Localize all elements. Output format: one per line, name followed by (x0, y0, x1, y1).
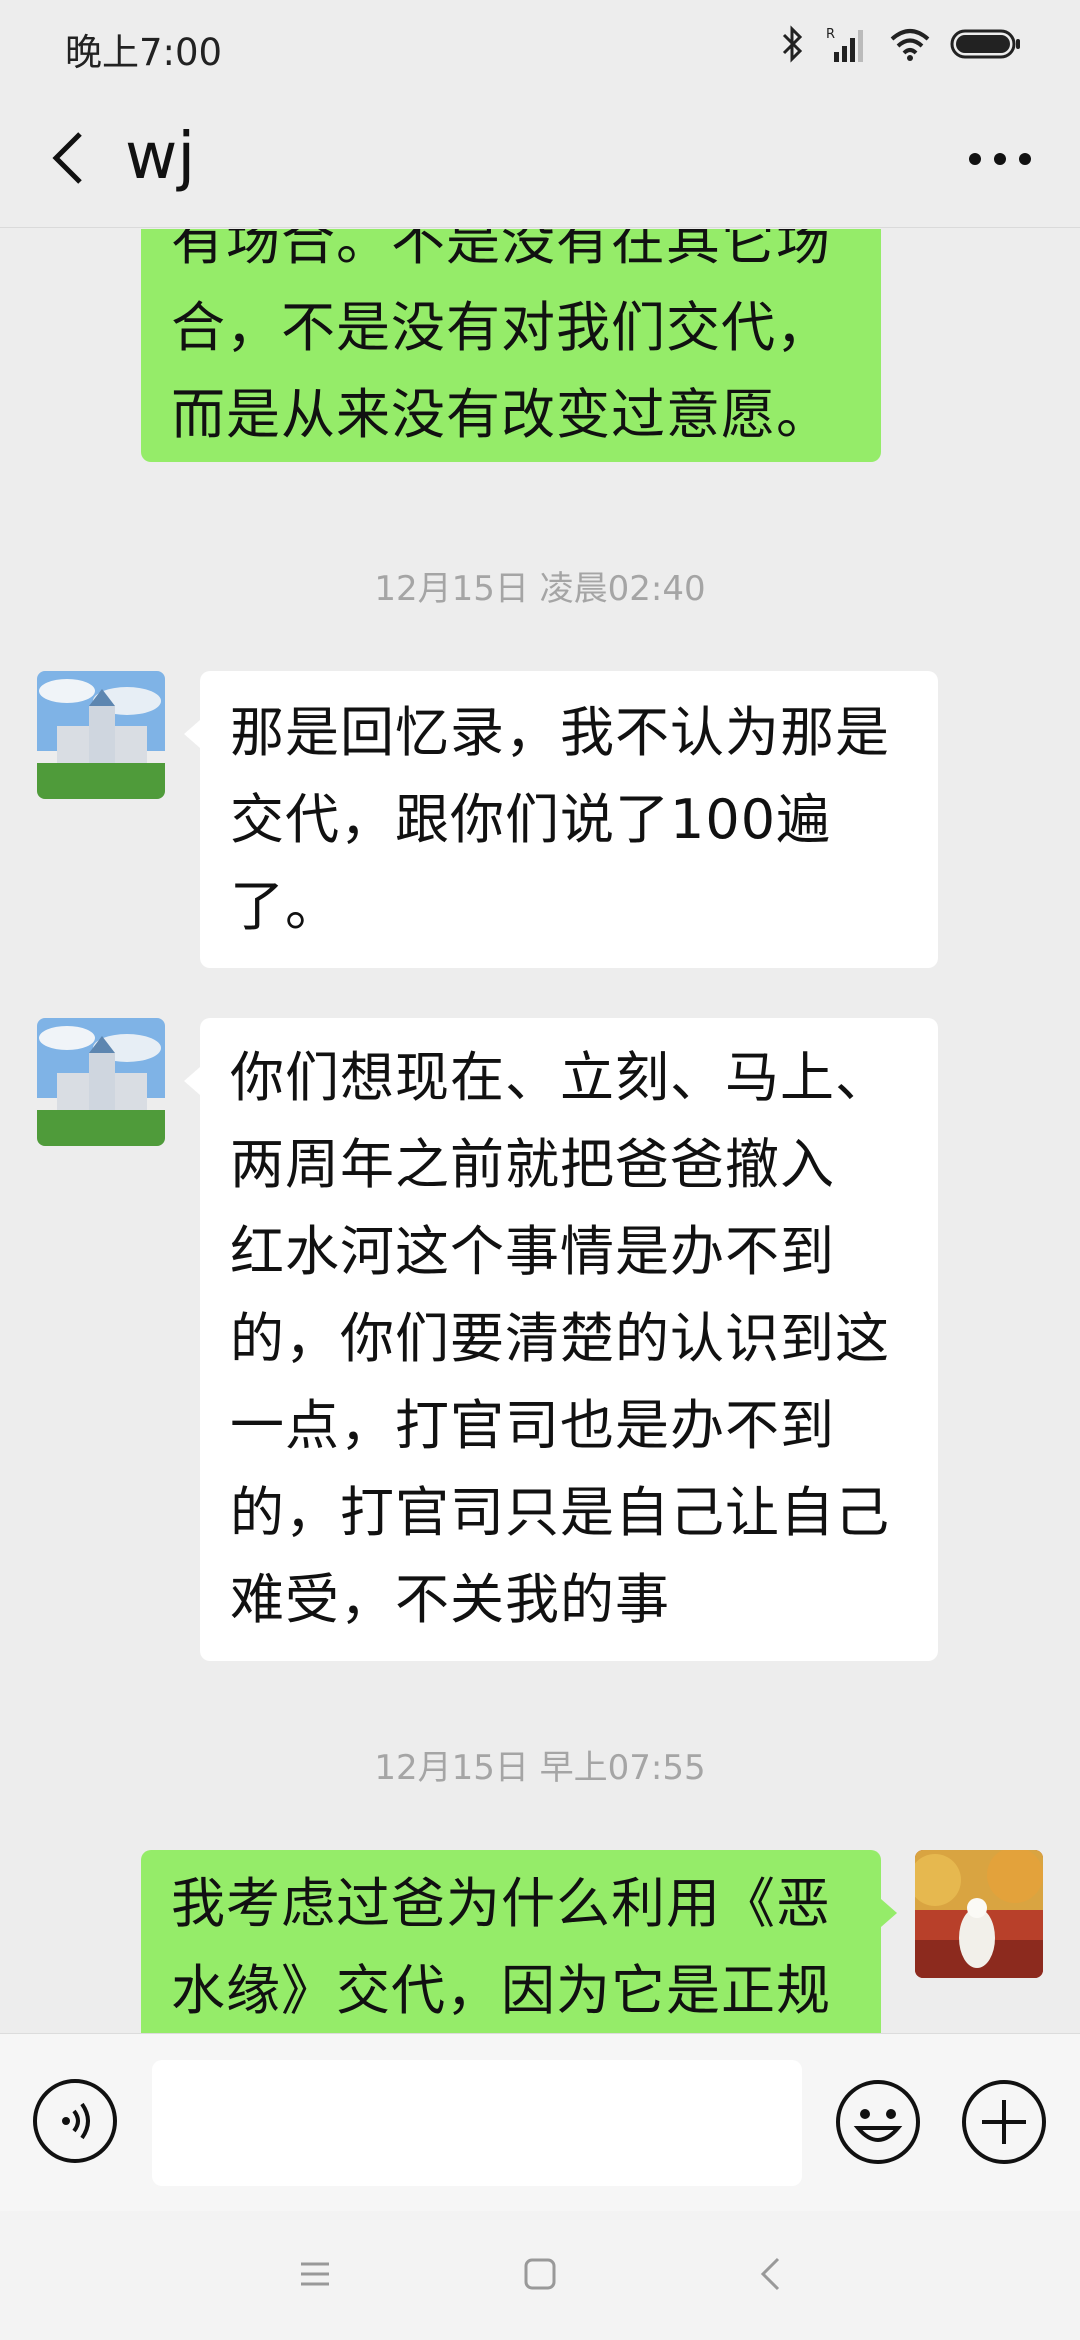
message-bubble-incoming[interactable]: 那是回忆录，我不认为那是 交代，跟你们说了100遍 了。 (200, 671, 938, 968)
menu-nav-button[interactable] (290, 2251, 340, 2301)
back-arrow-icon (48, 128, 88, 192)
voice-input-button[interactable] (32, 2078, 118, 2164)
message-input-bar (0, 2033, 1080, 2211)
bubble-tail (881, 1899, 897, 1927)
back-button[interactable] (38, 122, 98, 198)
status-bar: 晚上7:00 R (0, 0, 1080, 92)
svg-text:R: R (826, 27, 835, 42)
back-nav-button[interactable] (745, 2251, 795, 2301)
status-icons: R (780, 24, 1022, 68)
contact-avatar[interactable] (37, 1018, 165, 1146)
chat-header: wj (0, 92, 1080, 228)
bubble-tail (184, 1067, 200, 1095)
more-options-button[interactable] (960, 130, 1040, 190)
voice-icon (32, 2079, 118, 2168)
hamburger-icon (299, 2260, 331, 2292)
home-square-icon (523, 2257, 557, 2295)
battery-icon (950, 27, 1022, 65)
bubble-tail (184, 720, 200, 748)
signal-icon: R (826, 24, 870, 68)
plus-icon (960, 2080, 1048, 2170)
message-timestamp: 12月15日 凌晨02:40 (374, 569, 706, 609)
wifi-icon (890, 27, 930, 65)
message-input[interactable] (152, 2060, 802, 2186)
emoji-icon (834, 2080, 922, 2170)
bluetooth-icon (780, 24, 806, 68)
status-time: 晚上7:00 (65, 31, 223, 74)
more-functions-button[interactable] (960, 2078, 1048, 2166)
system-navigation-bar (0, 2211, 1080, 2340)
message-bubble-outgoing[interactable]: 有场合。不是没有在其它场 合，不是没有对我们交代， 而是从来没有改变过意愿。 (141, 229, 881, 462)
back-triangle-icon (758, 2256, 782, 2296)
emoji-button[interactable] (834, 2078, 922, 2166)
more-dots-icon (968, 151, 1032, 170)
my-avatar[interactable] (915, 1850, 1043, 1978)
chat-title: wj (125, 120, 196, 194)
message-timestamp: 12月15日 早上07:55 (374, 1748, 706, 1788)
message-bubble-outgoing[interactable]: 我考虑过爸为什么利用《恶 水缘》交代，因为它是正规 (141, 1850, 881, 2033)
contact-avatar[interactable] (37, 671, 165, 799)
message-bubble-incoming[interactable]: 你们想现在、立刻、马上、 两周年之前就把爸爸撤入 红水河这个事情是办不到 的，你… (200, 1018, 938, 1661)
home-nav-button[interactable] (515, 2251, 565, 2301)
chat-message-list[interactable]: 有场合。不是没有在其它场 合，不是没有对我们交代， 而是从来没有改变过意愿。 1… (0, 229, 1080, 2033)
